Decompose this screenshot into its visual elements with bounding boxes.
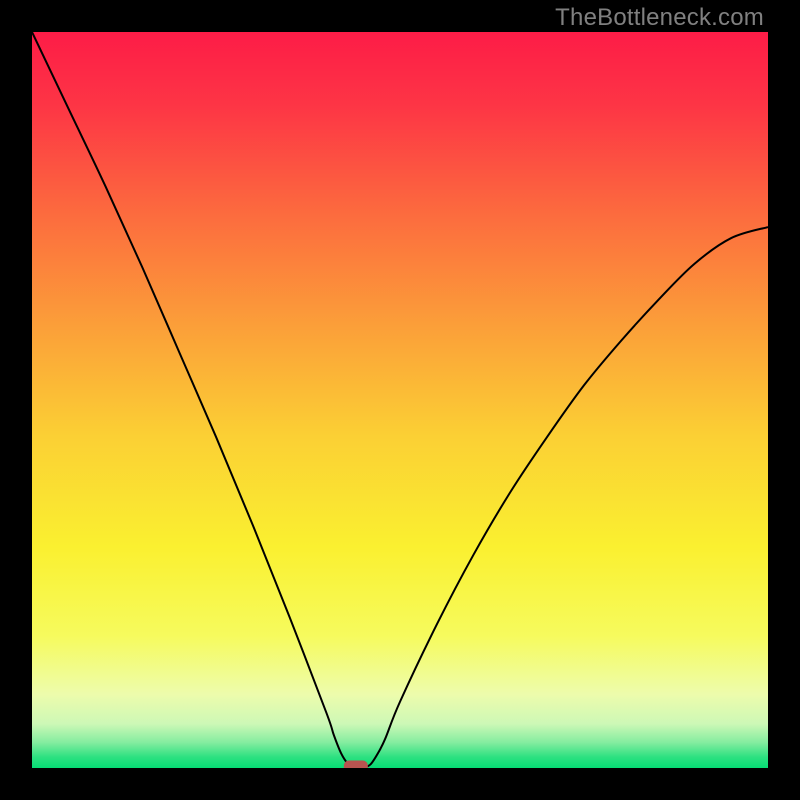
chart-svg — [32, 32, 768, 768]
optimal-marker — [344, 761, 368, 769]
plot-area — [32, 32, 768, 768]
watermark-text: TheBottleneck.com — [555, 4, 764, 32]
gradient-background — [32, 32, 768, 768]
chart-frame: TheBottleneck.com — [0, 0, 800, 800]
